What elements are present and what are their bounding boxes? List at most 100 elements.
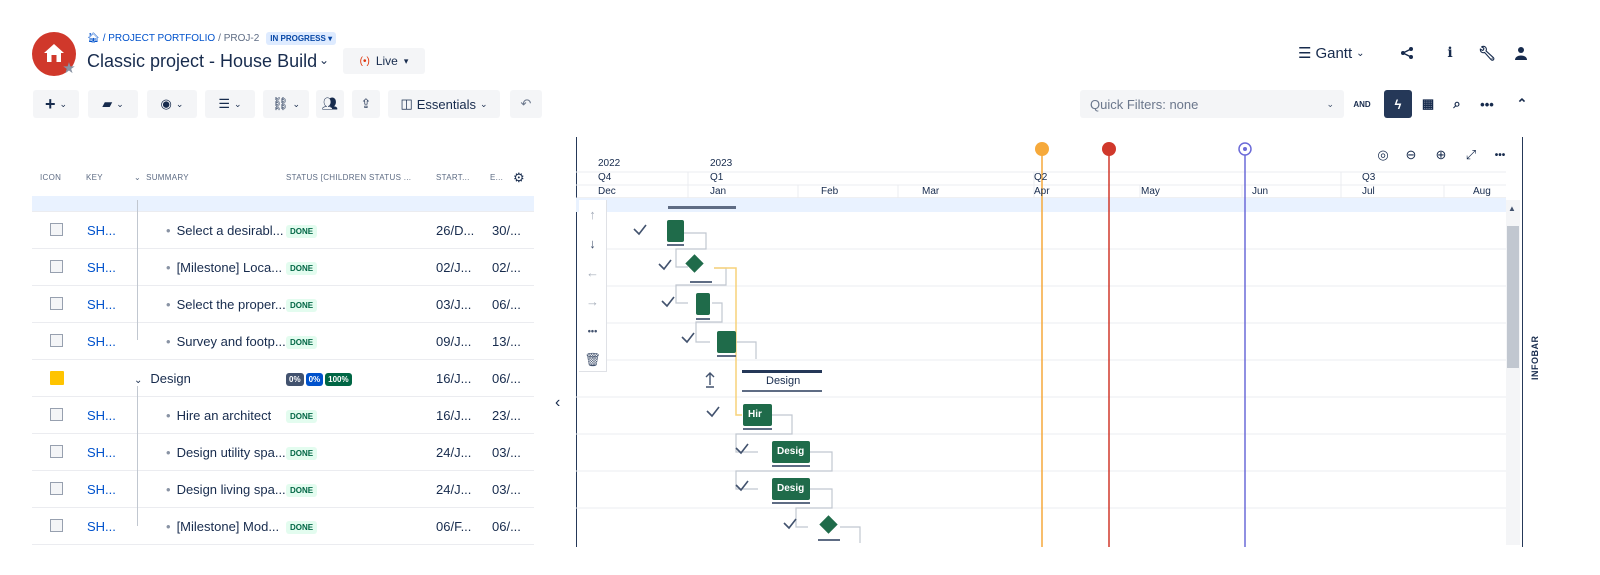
infobar-toggle[interactable]: INFOBAR <box>1530 336 1540 381</box>
calendar-icon[interactable]: ▦ <box>1414 90 1442 118</box>
view-switcher[interactable]: ☰ Gantt ⌄ <box>1298 44 1365 63</box>
start-date[interactable]: 26/D... <box>436 223 474 238</box>
columns-button[interactable]: ☰ ⌄ <box>205 90 255 118</box>
issue-key[interactable]: SH... <box>87 519 116 534</box>
issue-key[interactable]: SH... <box>87 482 116 497</box>
collapse-left-icon[interactable]: ‹ <box>555 394 560 412</box>
issue-key[interactable]: SH... <box>87 297 116 312</box>
issue-summary[interactable]: • Select a desirabl... <box>166 223 284 238</box>
issue-key[interactable]: SH... <box>87 445 116 460</box>
end-date[interactable]: 23/... <box>492 408 521 423</box>
issue-summary[interactable]: • Design utility spa... <box>166 445 286 460</box>
end-date[interactable]: 03/... <box>492 445 521 460</box>
start-date[interactable]: 09/J... <box>436 334 471 349</box>
issue-summary[interactable]: • Survey and footp... <box>166 334 286 349</box>
trash-icon[interactable]: 🗑︎ <box>579 345 606 374</box>
table-row[interactable]: SH... • Select the proper... DONE 03/J... 06/… <box>32 286 534 323</box>
table-row[interactable]: SH... • Design living spa... DONE 24/J... 03/… <box>32 471 534 508</box>
issue-summary[interactable]: • Design living spa... <box>166 482 286 497</box>
col-header-summary[interactable]: ⌄ SUMMARY <box>134 173 189 182</box>
gantt-bar-label[interactable]: Hir <box>748 409 762 420</box>
export-button[interactable]: ⇪ <box>352 90 380 118</box>
col-header-icon[interactable]: ICON <box>40 173 61 182</box>
chevron-down-icon[interactable]: ⌄ <box>319 53 329 67</box>
gear-icon[interactable]: ⚙︎ <box>513 170 525 186</box>
link-button[interactable]: ⛓︎ ⌄ <box>263 90 309 118</box>
home-icon[interactable]: 🏠︎ <box>87 33 100 44</box>
gantt-bar-label[interactable]: Desig <box>777 483 807 494</box>
col-header-start[interactable]: START... <box>436 173 470 182</box>
lightning-icon[interactable]: ϟ <box>1384 90 1412 118</box>
issue-summary[interactable]: • Hire an architect <box>166 408 271 423</box>
and-toggle[interactable]: AND <box>1348 90 1376 118</box>
issue-summary[interactable]: • [Milestone] Mod... <box>166 519 279 534</box>
start-date[interactable]: 02/J... <box>436 260 471 275</box>
scroll-up-icon[interactable]: ▲ <box>1508 204 1516 213</box>
end-date[interactable]: 03/... <box>492 482 521 497</box>
group-summary[interactable]: ⌄ Design <box>134 371 191 386</box>
undo-button[interactable]: ↶ <box>510 90 542 118</box>
breadcrumb: 🏠︎ / PROJECT PORTFOLIO / PROJ-2 IN PROGR… <box>87 32 337 45</box>
end-date[interactable]: 13/... <box>492 334 521 349</box>
col-header-end[interactable]: E... <box>490 173 503 182</box>
start-date[interactable]: 06/F... <box>436 519 471 534</box>
issue-summary[interactable]: • [Milestone] Loca... <box>166 260 282 275</box>
arrow-right-icon[interactable]: → <box>579 287 606 316</box>
zoom-in-icon[interactable]: ⊕ <box>1430 144 1452 166</box>
design-group-label[interactable]: Design <box>766 375 800 387</box>
more-icon[interactable]: ••• <box>1489 144 1511 166</box>
essentials-button[interactable]: ◫ Essentials ⌄ <box>388 90 500 118</box>
issue-key[interactable]: SH... <box>87 260 116 275</box>
scrollbar-thumb[interactable] <box>1507 226 1519 368</box>
start-date[interactable]: 16/J... <box>436 408 471 423</box>
user-icon[interactable] <box>1507 41 1535 65</box>
end-date[interactable]: 02/... <box>492 260 521 275</box>
end-date[interactable]: 06/... <box>492 297 521 312</box>
start-date[interactable]: 16/J... <box>436 371 471 386</box>
live-button[interactable]: (•) Live ▾ <box>343 48 425 74</box>
arrow-up-icon[interactable]: ↑ <box>579 200 606 229</box>
share-icon[interactable] <box>1393 41 1421 65</box>
favorite-star-icon[interactable]: ★ <box>60 60 78 78</box>
view-options-button[interactable]: ◉ ⌄ <box>147 90 197 118</box>
issue-key[interactable]: SH... <box>87 223 116 238</box>
more-icon[interactable]: ••• <box>1473 90 1501 118</box>
arrow-down-icon[interactable]: ↓ <box>579 229 606 258</box>
zoom-out-icon[interactable]: ⊖ <box>1400 144 1422 166</box>
table-row[interactable]: SH... • Design utility spa... DONE 24/J... 03… <box>32 434 534 471</box>
issue-key[interactable]: SH... <box>87 408 116 423</box>
arrow-left-icon[interactable]: ← <box>579 258 606 287</box>
folder-button[interactable]: ▰ ⌄ <box>88 90 138 118</box>
breadcrumb-portfolio[interactable]: / PROJECT PORTFOLIO <box>103 33 215 44</box>
table-row[interactable]: SH... • [Milestone] Loca... DONE 02/J... 02/.… <box>32 249 534 286</box>
fullscreen-icon[interactable]: ⤢ <box>1460 144 1482 166</box>
end-date[interactable]: 06/... <box>492 519 521 534</box>
start-date[interactable]: 24/J... <box>436 445 471 460</box>
col-header-status[interactable]: STATUS [CHILDREN STATUS ... <box>286 173 411 182</box>
gantt-bar-label[interactable]: Desig <box>777 446 807 457</box>
table-row[interactable]: SH... • Select a desirabl... DONE 26/D... 30/… <box>32 212 534 249</box>
table-row[interactable]: SH... • [Milestone] Mod... DONE 06/F... 06/..… <box>32 508 534 545</box>
start-date[interactable]: 03/J... <box>436 297 471 312</box>
add-button[interactable]: + ⌄ <box>33 90 79 118</box>
table-row[interactable]: SH... • Survey and footp... DONE 09/J... 13/.… <box>32 323 534 360</box>
info-icon[interactable]: i <box>1436 41 1464 65</box>
issue-key[interactable]: SH... <box>87 334 116 349</box>
end-date[interactable]: 30/... <box>492 223 521 238</box>
more-icon[interactable]: ••• <box>579 316 606 345</box>
collapse-up-icon[interactable]: ⌃ <box>1508 90 1536 118</box>
breadcrumb-project[interactable]: / PROJ-2 <box>218 33 259 44</box>
start-date[interactable]: 24/J... <box>436 482 471 497</box>
target-icon[interactable]: ◎ <box>1372 144 1394 166</box>
issue-summary[interactable]: • Select the proper... <box>166 297 286 312</box>
table-row[interactable]: SH... • Hire an architect DONE 16/J... 23/... <box>32 397 534 434</box>
wrench-icon[interactable]: 🔧︎ <box>1473 41 1501 65</box>
col-header-key[interactable]: KEY <box>86 173 103 182</box>
status-badge[interactable]: IN PROGRESS ▾ <box>266 32 337 45</box>
table-row[interactable]: ⌄ Design 0% 0% 100% 16/J... 06/... <box>32 360 534 397</box>
search-icon[interactable]: ⌕ <box>1443 90 1471 118</box>
end-date[interactable]: 06/... <box>492 371 521 386</box>
users-button[interactable]: 👥︎ <box>316 90 344 118</box>
table-row-partial[interactable] <box>32 196 534 212</box>
quick-filters-select[interactable]: Quick Filters: none ⌄ <box>1080 90 1344 118</box>
